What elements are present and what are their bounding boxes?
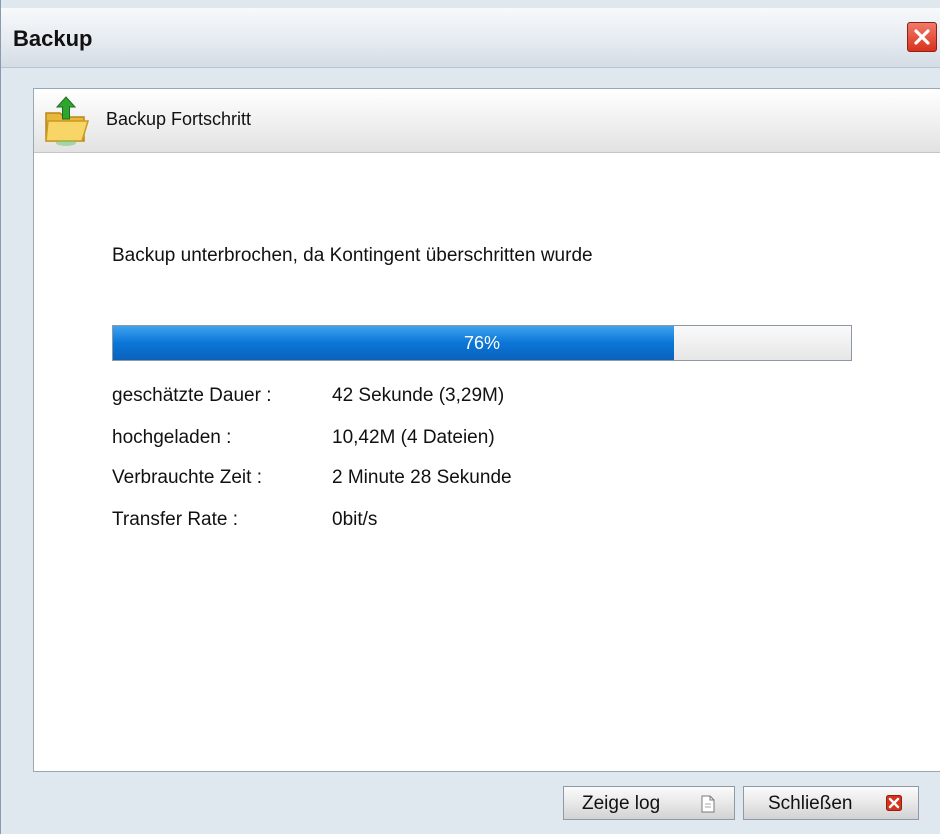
backup-window: Backup Backup Fortschritt Backup unterbr… (0, 0, 940, 834)
uploaded-label: hochgeladen : (112, 427, 232, 448)
transfer-rate-label: Transfer Rate : (112, 509, 239, 530)
close-icon (914, 29, 930, 45)
close-red-icon (886, 795, 902, 817)
show-log-button[interactable]: Zeige log (563, 786, 735, 820)
title-bar[interactable]: Backup (1, 8, 940, 68)
uploaded-value: 10,42M (4 Dateien) (332, 427, 495, 448)
document-icon (700, 795, 716, 819)
close-button-label: Schließen (768, 793, 853, 814)
estimated-duration-label: geschätzte Dauer : (112, 385, 272, 406)
transfer-rate-value: 0bit/s (332, 509, 378, 530)
elapsed-time-value: 2 Minute 28 Sekunde (332, 467, 512, 488)
status-message: Backup unterbrochen, da Kontingent übers… (112, 245, 593, 266)
panel-header: Backup Fortschritt (34, 89, 940, 153)
estimated-duration-value: 42 Sekunde (3,29M) (332, 385, 505, 406)
window-title: Backup (13, 26, 93, 51)
folder-upload-icon (42, 95, 94, 152)
window-close-button[interactable] (907, 22, 937, 52)
panel-title: Backup Fortschritt (106, 109, 252, 129)
close-button[interactable]: Schließen (743, 786, 919, 820)
progress-bar: 76% (112, 325, 852, 361)
progress-percent-label: 76% (463, 333, 501, 353)
show-log-label: Zeige log (582, 793, 661, 814)
backup-progress-panel: Backup Fortschritt Backup unterbrochen, … (33, 88, 940, 772)
elapsed-time-label: Verbrauchte Zeit : (112, 467, 262, 488)
